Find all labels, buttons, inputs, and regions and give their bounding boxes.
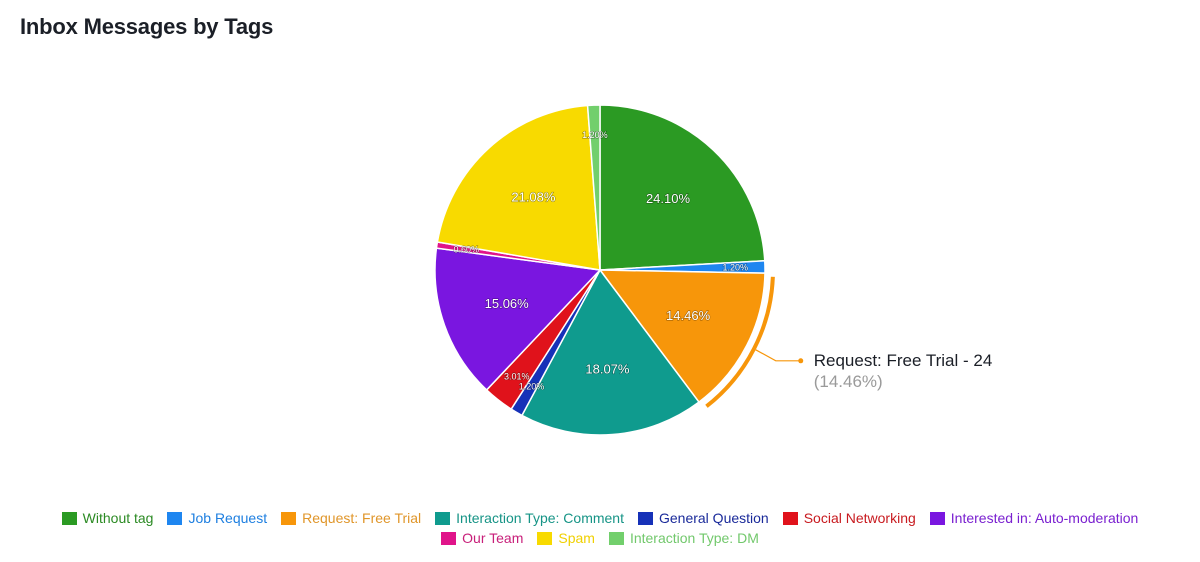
legend-label: Request: Free Trial xyxy=(302,510,422,526)
data-label-interaction-type-comment: 18.07% xyxy=(585,362,630,377)
data-label-request-free-trial: 14.46% xyxy=(666,308,711,323)
legend-swatch xyxy=(782,511,798,525)
data-label-job-request: 1.20% xyxy=(723,262,749,272)
legend-swatch xyxy=(637,511,653,525)
legend-label: Without tag xyxy=(82,510,154,526)
legend-item-without-tag[interactable]: Without tag xyxy=(61,508,154,528)
legend-label: Job Request xyxy=(188,510,268,526)
legend-label: General Question xyxy=(658,510,769,526)
legend-swatch xyxy=(608,531,624,545)
legend-label: Interested in: Auto-moderation xyxy=(950,510,1139,526)
legend-item-spam[interactable]: Spam xyxy=(537,528,595,548)
legend-item-interaction-type-dm[interactable]: Interaction Type: DM xyxy=(608,528,759,548)
pie-slices xyxy=(434,104,766,436)
legend-label: Interaction Type: Comment xyxy=(456,510,624,526)
legend-swatch xyxy=(61,511,77,525)
pie-chart: 24.10%1.20%14.46%18.07%1.20%3.01%15.06%0… xyxy=(434,104,993,436)
legend-row: Our Team Spam Interaction Type: DM xyxy=(0,528,1200,548)
data-label-interested-in-auto-moderation: 15.06% xyxy=(485,296,530,311)
tooltip-leader-dot xyxy=(798,358,804,364)
tooltip-title: Request: Free Trial - 24 xyxy=(814,351,993,370)
legend-swatch xyxy=(281,511,297,525)
data-label-without-tag: 24.10% xyxy=(646,191,691,206)
chart-legend: Without tag Job Request Request: Free Tria… xyxy=(0,508,1200,548)
legend-item-our-team[interactable]: Our Team xyxy=(441,528,523,548)
data-label-social-networking: 3.01% xyxy=(504,372,530,382)
tooltip-leader-line xyxy=(755,349,801,362)
legend-swatch xyxy=(537,531,553,545)
legend-label: Social Networking xyxy=(803,510,916,526)
data-label-spam: 21.08% xyxy=(511,190,556,205)
legend-label: Our Team xyxy=(462,530,524,546)
legend-item-request-free-trial[interactable]: Request: Free Trial xyxy=(281,508,421,528)
data-label-general-question: 1.20% xyxy=(519,382,545,392)
legend-row: Without tag Job Request Request: Free Tria… xyxy=(0,508,1200,528)
tooltip-percent: (14.46%) xyxy=(814,372,883,391)
legend-label: Interaction Type: DM xyxy=(629,530,759,546)
data-label-interaction-type-dm: 1.20% xyxy=(582,130,608,140)
legend-swatch xyxy=(929,511,945,525)
data-label-our-team: 0.60% xyxy=(453,245,479,255)
legend-swatch xyxy=(167,511,183,525)
legend-item-general-question[interactable]: General Question xyxy=(637,508,769,528)
legend-item-interaction-type-comment[interactable]: Interaction Type: Comment xyxy=(435,508,624,528)
legend-swatch xyxy=(435,511,451,525)
legend-item-job-request[interactable]: Job Request xyxy=(167,508,267,528)
legend-label: Spam xyxy=(558,530,595,546)
legend-item-interested-in-auto-moderation[interactable]: Interested in: Auto-moderation xyxy=(929,508,1139,528)
legend-swatch xyxy=(441,531,457,545)
pie-slice-without-tag[interactable] xyxy=(599,104,766,271)
legend-item-social-networking[interactable]: Social Networking xyxy=(782,508,916,528)
